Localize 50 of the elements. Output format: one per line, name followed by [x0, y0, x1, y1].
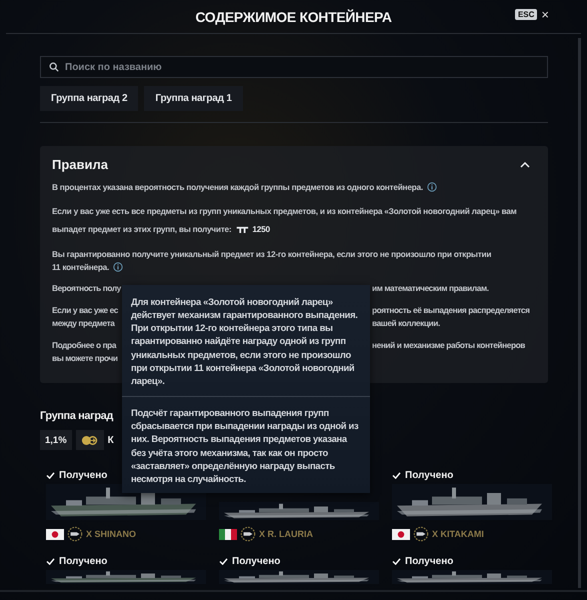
received-label: Получено: [405, 556, 454, 566]
search-icon: [49, 62, 59, 72]
rule-text-fragment: Подробнее о пра: [52, 339, 118, 352]
info-icon[interactable]: [113, 262, 124, 272]
rule-text: 11 контейнера.: [52, 262, 110, 272]
check-icon: [46, 558, 55, 564]
check-icon: [392, 472, 401, 478]
received-label: Получено: [405, 470, 454, 480]
tab[interactable]: Группа наград 2: [40, 86, 138, 111]
close-button[interactable]: ×: [539, 8, 551, 21]
currency-icon: [235, 224, 250, 234]
search-field[interactable]: Поиск по названию: [40, 56, 548, 78]
ship-name: X R. LAURIA: [259, 529, 313, 539]
esc-key-badge: ESC: [514, 9, 538, 20]
rules-title: Правила: [52, 157, 108, 172]
rule-text-fragment: роятность её выпадения распределяется: [372, 304, 531, 317]
rule-text: Вы гарантированно получите уникальный предмет из 12-го контейнера, если этого не произошло при открытии: [52, 248, 492, 258]
rule-text-fragment: вашей коллекции.: [372, 317, 441, 330]
tab[interactable]: Группа наград 1: [144, 86, 243, 111]
reward-amount: 1250: [252, 224, 270, 234]
tooltip-text: Для контейнера «Золотой новогодний ларец» действует механизм гарантированного выпадения. При открытии 12-го контейнера этого типа вы гарантированно найдёте награду одной из групп уникальных предметов, если этого не произошло при открытии 11 контейнера «Золотой новогодний ларец».: [130, 295, 359, 388]
rule-text-fragment: между предмета: [52, 317, 116, 330]
group-label: К: [108, 434, 114, 446]
class-emblem-icon: [67, 526, 83, 542]
ship-name: X SHINANO: [86, 529, 136, 539]
received-label: Получено: [59, 470, 108, 480]
check-icon: [46, 472, 55, 478]
check-icon: [219, 558, 228, 564]
rule-text-fragment: им математическим правилам.: [372, 282, 490, 295]
class-emblem-icon: [413, 526, 429, 542]
received-label: Получено: [59, 556, 108, 566]
rule-text-fragment: Если у вас уже ес: [52, 304, 119, 317]
rule-text-fragment: Вероятность полу: [52, 282, 122, 295]
scrollbar[interactable]: [578, 38, 581, 588]
rule-text-fragment: вы можете прочи: [52, 352, 119, 365]
rule-text: В процентах указана вероятность получения каждой группы предметов из одного контейнера.: [52, 182, 423, 192]
info-icon[interactable]: [426, 182, 437, 192]
check-icon: [392, 558, 401, 564]
chance-badge: 1,1%: [40, 430, 72, 450]
rule-text: выпадет предмет из этих групп, вы получите:: [52, 224, 232, 234]
received-label: Получено: [232, 556, 280, 566]
chevron-icon[interactable]: [520, 162, 530, 168]
rule-text: Если у вас уже есть все предметы из групп уникальных предметов, и из контейнера «Золотой новогодний ларец» вам: [52, 206, 516, 216]
class-emblem-icon: [240, 526, 256, 542]
group-title: Группа наград: [40, 410, 113, 422]
rule-text-fragment: нений и механизме работы контейнеров: [372, 339, 526, 352]
window-title: СОДЕРЖИМОЕ КОНТЕЙНЕРА: [195, 8, 392, 24]
ship-name: X KITAKAMI: [432, 529, 484, 539]
tooltip-text: Подсчёт гарантированного выпадения групп сбрасывается при выпадении награды из одной из них. Вероятность выпадения предметов указана без учёта этого механизма, так как он просто «заставляет» определённую награду выпасть несмотря на случайность.: [130, 406, 360, 486]
coins-icon: [80, 434, 99, 446]
